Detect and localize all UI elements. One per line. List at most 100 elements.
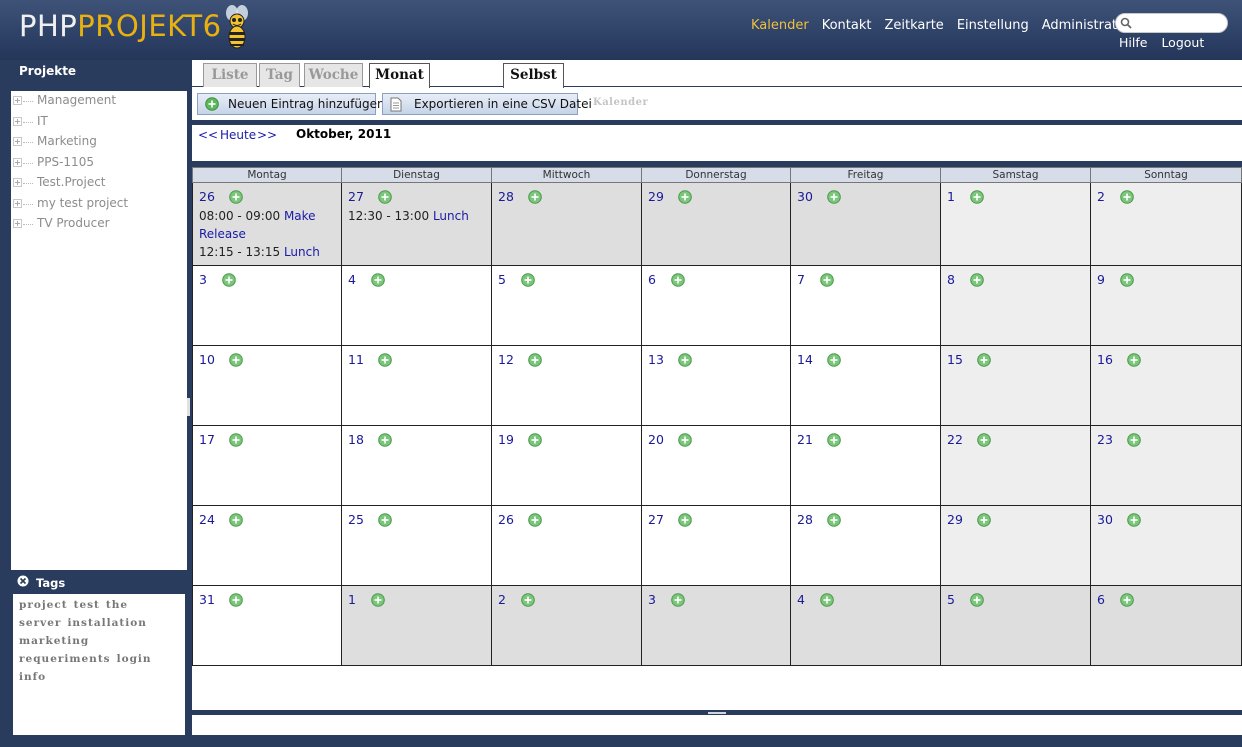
day-cell[interactable]: 28	[791, 506, 941, 586]
tag-link[interactable]: info	[19, 668, 46, 686]
day-cell[interactable]: 27 12:30 - 13:00 Lunch	[342, 183, 492, 266]
day-cell[interactable]: 17	[192, 426, 342, 506]
day-number-link[interactable]: 22	[947, 432, 963, 447]
add-day-entry-icon[interactable]	[371, 273, 385, 287]
day-cell[interactable]: 1	[941, 183, 1091, 266]
add-day-entry-icon[interactable]	[528, 513, 542, 527]
tab-liste[interactable]: Liste	[203, 63, 257, 87]
add-day-entry-icon[interactable]	[1127, 353, 1141, 367]
add-day-entry-icon[interactable]	[1120, 273, 1134, 287]
day-cell[interactable]: 11	[342, 346, 492, 426]
day-cell[interactable]: 24	[192, 506, 342, 586]
help-link[interactable]: Hilfe	[1119, 35, 1147, 50]
add-day-entry-icon[interactable]	[229, 433, 243, 447]
tree-expand-icon[interactable]	[13, 178, 22, 187]
day-cell[interactable]: 22	[941, 426, 1091, 506]
day-number-link[interactable]: 30	[1097, 512, 1113, 527]
day-number-link[interactable]: 1	[348, 592, 356, 607]
day-number-link[interactable]: 4	[348, 272, 356, 287]
day-cell[interactable]: 28	[492, 183, 642, 266]
day-cell[interactable]: 14	[791, 346, 941, 426]
day-cell[interactable]: 30	[791, 183, 941, 266]
day-number-link[interactable]: 26	[498, 512, 514, 527]
add-day-entry-icon[interactable]	[820, 593, 834, 607]
day-number-link[interactable]: 5	[498, 272, 506, 287]
project-tree-item[interactable]: Management	[11, 91, 187, 111]
tree-expand-icon[interactable]	[13, 96, 22, 105]
day-number-link[interactable]: 19	[498, 432, 514, 447]
add-day-entry-icon[interactable]	[229, 353, 243, 367]
day-cell[interactable]: 5	[941, 586, 1091, 666]
day-cell[interactable]: 26	[492, 506, 642, 586]
day-number-link[interactable]: 5	[947, 592, 955, 607]
tab-monat[interactable]: Monat	[369, 63, 430, 88]
day-number-link[interactable]: 2	[1097, 189, 1105, 204]
add-day-entry-icon[interactable]	[222, 273, 236, 287]
nav-einstellung[interactable]: Einstellung	[957, 18, 1029, 33]
day-number-link[interactable]: 18	[348, 432, 364, 447]
day-number-link[interactable]: 11	[348, 352, 364, 367]
add-day-entry-icon[interactable]	[1120, 593, 1134, 607]
day-cell[interactable]: 9	[1091, 266, 1242, 346]
day-cell[interactable]: 3	[642, 586, 791, 666]
nav-kontakt[interactable]: Kontakt	[822, 18, 872, 33]
tag-link[interactable]: login	[117, 650, 152, 668]
event-title-link[interactable]: Make	[284, 209, 316, 223]
day-cell[interactable]: 21	[791, 426, 941, 506]
day-number-link[interactable]: 17	[199, 432, 215, 447]
tree-expand-icon[interactable]	[13, 137, 22, 146]
day-number-link[interactable]: 15	[947, 352, 963, 367]
add-day-entry-icon[interactable]	[678, 433, 692, 447]
day-number-link[interactable]: 9	[1097, 272, 1105, 287]
tag-link[interactable]: project	[19, 596, 68, 614]
day-cell[interactable]: 20	[642, 426, 791, 506]
tag-link[interactable]: test	[74, 596, 100, 614]
day-number-link[interactable]: 24	[199, 512, 215, 527]
resize-grip[interactable]	[708, 712, 726, 714]
day-number-link[interactable]: 12	[498, 352, 514, 367]
day-number-link[interactable]: 2	[498, 592, 506, 607]
event-title-link[interactable]: Release	[199, 227, 246, 241]
day-number-link[interactable]: 6	[648, 272, 656, 287]
add-day-entry-icon[interactable]	[378, 190, 392, 204]
project-tree-item[interactable]: TV Producer	[11, 214, 187, 234]
add-day-entry-icon[interactable]	[977, 433, 991, 447]
add-day-entry-icon[interactable]	[371, 593, 385, 607]
add-day-entry-icon[interactable]	[977, 353, 991, 367]
add-day-entry-icon[interactable]	[1127, 433, 1141, 447]
day-cell[interactable]: 19	[492, 426, 642, 506]
add-day-entry-icon[interactable]	[528, 353, 542, 367]
day-cell[interactable]: 30	[1091, 506, 1242, 586]
tag-link[interactable]: requeriments	[19, 650, 111, 668]
add-day-entry-icon[interactable]	[970, 190, 984, 204]
day-cell[interactable]: 4	[791, 586, 941, 666]
day-cell[interactable]: 29	[642, 183, 791, 266]
nav-zeitkarte[interactable]: Zeitkarte	[884, 18, 943, 33]
day-number-link[interactable]: 20	[648, 432, 664, 447]
day-cell[interactable]: 6	[642, 266, 791, 346]
add-day-entry-icon[interactable]	[528, 433, 542, 447]
day-number-link[interactable]: 29	[648, 189, 664, 204]
day-cell[interactable]: 2	[492, 586, 642, 666]
project-tree-item[interactable]: Marketing	[11, 132, 187, 152]
day-number-link[interactable]: 31	[199, 592, 215, 607]
day-cell[interactable]: 15	[941, 346, 1091, 426]
today-link[interactable]: Heute	[220, 128, 256, 142]
add-day-entry-icon[interactable]	[229, 190, 243, 204]
day-cell[interactable]: 27	[642, 506, 791, 586]
sidebar-splitter[interactable]	[187, 398, 190, 416]
add-day-entry-icon[interactable]	[521, 593, 535, 607]
day-number-link[interactable]: 21	[797, 432, 813, 447]
day-number-link[interactable]: 13	[648, 352, 664, 367]
add-day-entry-icon[interactable]	[378, 513, 392, 527]
day-cell[interactable]: 31	[192, 586, 342, 666]
tree-expand-icon[interactable]	[13, 198, 22, 208]
day-number-link[interactable]: 27	[348, 189, 364, 204]
day-number-link[interactable]: 16	[1097, 352, 1113, 367]
day-cell[interactable]: 2	[1091, 183, 1242, 266]
add-day-entry-icon[interactable]	[678, 190, 692, 204]
add-day-entry-icon[interactable]	[827, 433, 841, 447]
day-number-link[interactable]: 26	[199, 189, 215, 204]
project-tree-item[interactable]: Test.Project	[11, 173, 187, 193]
day-cell[interactable]: 8	[941, 266, 1091, 346]
